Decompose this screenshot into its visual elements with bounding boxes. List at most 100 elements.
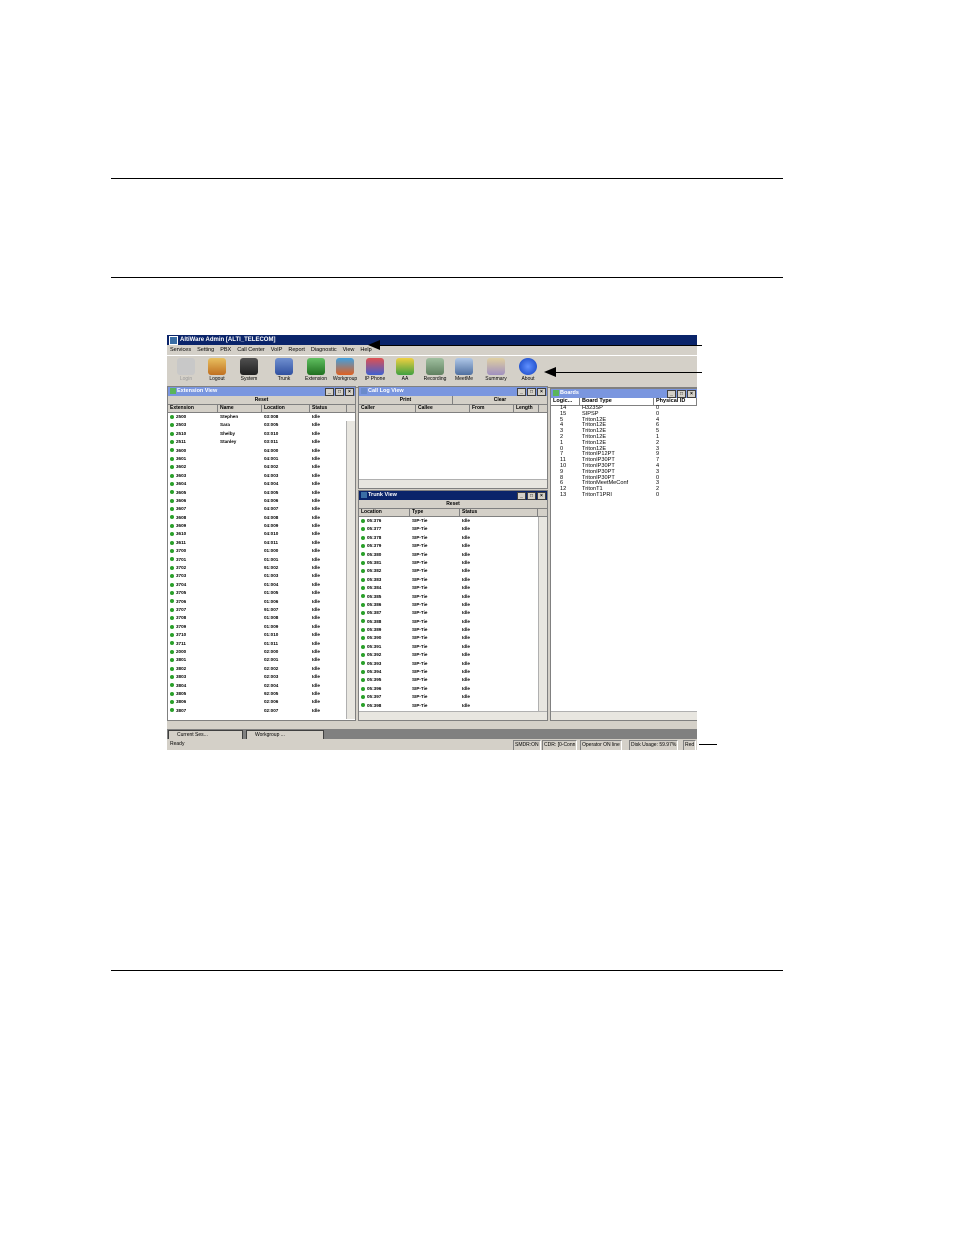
table-row[interactable]: 05:390 SIP-Tie Idle [359,634,547,642]
menu-diagnostic[interactable]: Diagnostic [311,347,337,353]
menu-setting[interactable]: Setting [197,347,214,353]
trunk-button[interactable]: Trunk [269,357,299,386]
table-row[interactable]: 2511 Stanley 03:011 Idle [168,438,355,446]
call-log-titlebar[interactable]: Call Log View _ □ × [359,387,547,396]
col-status[interactable]: Status [310,405,347,412]
menu-report[interactable]: Report [288,347,305,353]
col-extension[interactable]: Extension [168,405,218,412]
login-button[interactable]: Login [171,357,201,386]
table-row[interactable]: 05:388 SIP-Tie Idle [359,618,547,626]
clear-button[interactable]: Clear [453,396,547,405]
table-row[interactable]: 05:385 SIP-Tie Idle [359,593,547,601]
col-callee[interactable]: Callee [416,405,470,412]
col-location[interactable]: Location [359,509,410,516]
table-row[interactable]: 3601 04:001 Idle [168,455,355,463]
table-row[interactable]: 3706 01:006 Idle [168,598,355,606]
table-row[interactable]: 3711 01:011 Idle [168,640,355,648]
col-board-type[interactable]: Board Type [580,398,654,405]
table-row[interactable]: 3807 02:007 Idle [168,707,355,715]
maximize-icon[interactable]: □ [527,388,536,396]
minimize-icon[interactable]: _ [667,390,676,398]
col-name[interactable]: Name [218,405,262,412]
meetme-button[interactable]: MeetMe [449,357,479,386]
table-row[interactable]: 05:393 SIP-Tie Idle [359,660,547,668]
table-row[interactable]: 3600 04:000 Idle [168,447,355,455]
minimize-icon[interactable]: _ [517,388,526,396]
table-row[interactable]: 05:396 SIP-Tie Idle [359,685,547,693]
col-physical-id[interactable]: Physical ID [654,398,697,405]
ip-phone-button[interactable]: IP Phone [360,357,390,386]
close-icon[interactable]: × [687,390,696,398]
table-row[interactable]: 3802 02:002 Idle [168,665,355,673]
table-row[interactable]: 3710 01:010 Idle [168,631,355,639]
table-row[interactable]: 3605 04:005 Idle [168,489,355,497]
table-row[interactable]: 05:384 SIP-Tie Idle [359,584,547,592]
table-row[interactable]: 05:391 SIP-Tie Idle [359,643,547,651]
table-row[interactable]: 05:382 SIP-Tie Idle [359,567,547,575]
maximize-icon[interactable]: □ [677,390,686,398]
table-row[interactable]: 05:376 SIP-Tie Idle [359,517,547,525]
table-row[interactable]: 05:387 SIP-Tie Idle [359,609,547,617]
table-row[interactable]: 3803 02:003 Idle [168,673,355,681]
print-button[interactable]: Print [359,396,453,405]
table-row[interactable]: 3806 02:006 Idle [168,698,355,706]
boards-titlebar[interactable]: Boards _ □ × [551,389,697,398]
close-icon[interactable]: × [537,388,546,396]
extension-view-titlebar[interactable]: Extension View _ □ × [168,387,355,396]
table-row[interactable]: 3702 91:002 Idle [168,564,355,572]
workgroup-button[interactable]: Workgroup [330,357,360,386]
table-row[interactable]: 3804 02:004 Idle [168,682,355,690]
table-row[interactable]: 3708 01:008 Idle [168,614,355,622]
table-row[interactable]: 3607 04:007 Idle [168,505,355,513]
menu-services[interactable]: Services [170,347,191,353]
system-button[interactable]: System [234,357,264,386]
table-row[interactable]: 3709 01:009 Idle [168,623,355,631]
table-row[interactable]: 3700 01:000 Idle [168,547,355,555]
menu-view[interactable]: View [343,347,355,353]
boards-hscroll[interactable] [551,711,697,720]
close-icon[interactable]: × [345,388,354,396]
col-length[interactable]: Length [514,405,539,412]
table-row[interactable]: 05:386 SIP-Tie Idle [359,601,547,609]
table-row[interactable]: 3610 04:010 Idle [168,530,355,538]
trunk-hscroll[interactable] [359,711,547,720]
table-row[interactable]: 3805 92:005 Idle [168,690,355,698]
table-row[interactable]: 2503 Sara 03:005 Idle [168,421,355,429]
table-row[interactable]: 3705 01:005 Idle [168,589,355,597]
table-row[interactable]: 3606 04:006 Idle [168,497,355,505]
menu-voip[interactable]: VoIP [271,347,283,353]
trunk-reset-button[interactable]: Reset [359,500,547,509]
table-row[interactable]: 3704 01:004 Idle [168,581,355,589]
minimize-icon[interactable]: _ [325,388,334,396]
maximize-icon[interactable]: □ [335,388,344,396]
table-row[interactable]: 05:378 SIP-Tie Idle [359,534,547,542]
table-row[interactable]: 3608 04:008 Idle [168,514,355,522]
table-row[interactable]: 05:377 SIP-Tie Idle [359,525,547,533]
table-row[interactable]: 3707 91:007 Idle [168,606,355,614]
call-log-hscroll[interactable] [359,479,547,488]
col-from[interactable]: From [470,405,514,412]
table-row[interactable]: 3611 04:011 Idle [168,539,355,547]
maximize-icon[interactable]: □ [527,492,536,500]
col-location[interactable]: Location [262,405,310,412]
extension-button[interactable]: Extension [301,357,331,386]
col-status[interactable]: Status [460,509,538,516]
menu-call-center[interactable]: Call Center [237,347,265,353]
table-row[interactable]: 3604 04:004 Idle [168,480,355,488]
table-row[interactable]: 3701 01:001 Idle [168,556,355,564]
table-row[interactable]: 05:380 SIP-Tie Idle [359,551,547,559]
table-row[interactable]: 2500 Stephen 03:008 Idle [168,413,355,421]
table-row[interactable]: 3603 04:003 Idle [168,472,355,480]
table-row[interactable]: 05:383 SIP-Tie Idle [359,576,547,584]
aa-button[interactable]: AA [390,357,420,386]
recording-button[interactable]: Recording [420,357,450,386]
table-row[interactable]: 05:381 SIP-Tie Idle [359,559,547,567]
about-button[interactable]: About [513,357,543,386]
table-row[interactable]: 05:392 SIP-Tie Idle [359,651,547,659]
minimize-icon[interactable]: _ [517,492,526,500]
col-logical[interactable]: Logic... [551,398,580,405]
extension-reset-button[interactable]: Reset [168,396,355,405]
extension-scrollbar[interactable] [346,421,355,719]
col-caller[interactable]: Caller [359,405,416,412]
table-row[interactable]: 05:395 SIP-Tie Idle [359,676,547,684]
